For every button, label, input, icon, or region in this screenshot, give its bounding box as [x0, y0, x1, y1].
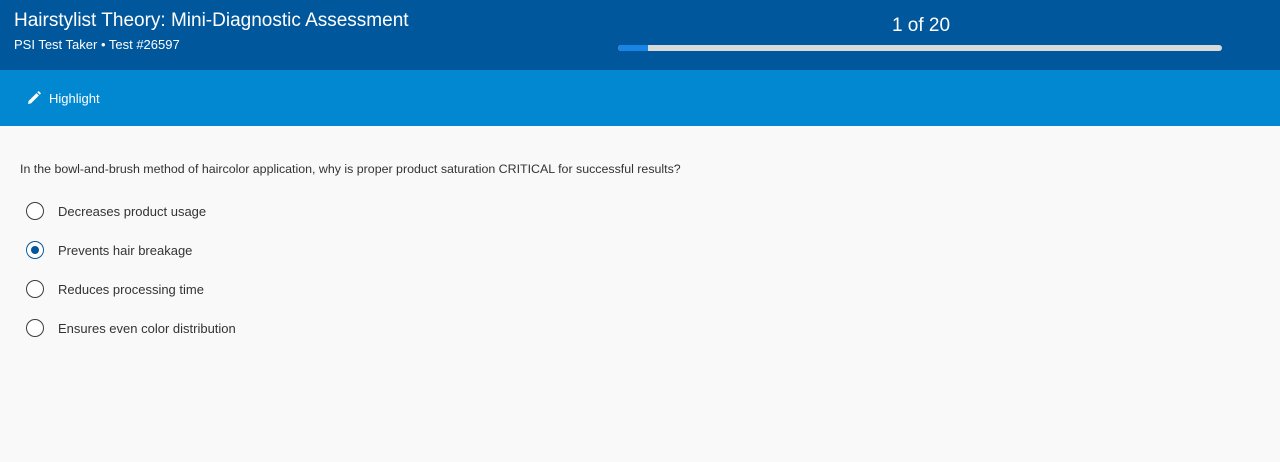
pencil-icon — [26, 90, 42, 106]
answer-option-label: Reduces processing time — [58, 281, 204, 297]
radio-button[interactable] — [26, 319, 44, 337]
question-counter: 1 of 20 — [891, 15, 951, 36]
highlight-button-label: Highlight — [49, 90, 100, 106]
question-text: In the bowl-and-brush method of haircolo… — [20, 162, 681, 176]
answer-option-label: Decreases product usage — [58, 203, 207, 219]
progress-bar-fill — [618, 45, 649, 51]
radio-button[interactable] — [26, 202, 44, 220]
header-bar: Hairstylist Theory: Mini-Diagnostic Asse… — [0, 0, 1280, 70]
question-panel: In the bowl-and-brush method of haircolo… — [0, 126, 1280, 462]
radio-button[interactable] — [26, 280, 44, 298]
highlight-button[interactable]: Highlight — [20, 86, 106, 110]
answer-option-2[interactable]: Prevents hair breakage — [26, 239, 192, 261]
exam-title: Hairstylist Theory: Mini-Diagnostic Asse… — [14, 10, 409, 31]
answer-option-4[interactable]: Ensures even color distribution — [26, 317, 236, 339]
progress-bar — [618, 45, 1222, 51]
radio-button[interactable] — [26, 241, 44, 259]
answer-option-3[interactable]: Reduces processing time — [26, 278, 204, 300]
answer-option-label: Ensures even color distribution — [58, 320, 236, 336]
answer-option-label: Prevents hair breakage — [58, 242, 193, 258]
test-taker-info: PSI Test Taker • Test #26597 — [14, 37, 180, 52]
toolbar: Highlight — [0, 70, 1280, 126]
answer-option-1[interactable]: Decreases product usage — [26, 200, 206, 222]
